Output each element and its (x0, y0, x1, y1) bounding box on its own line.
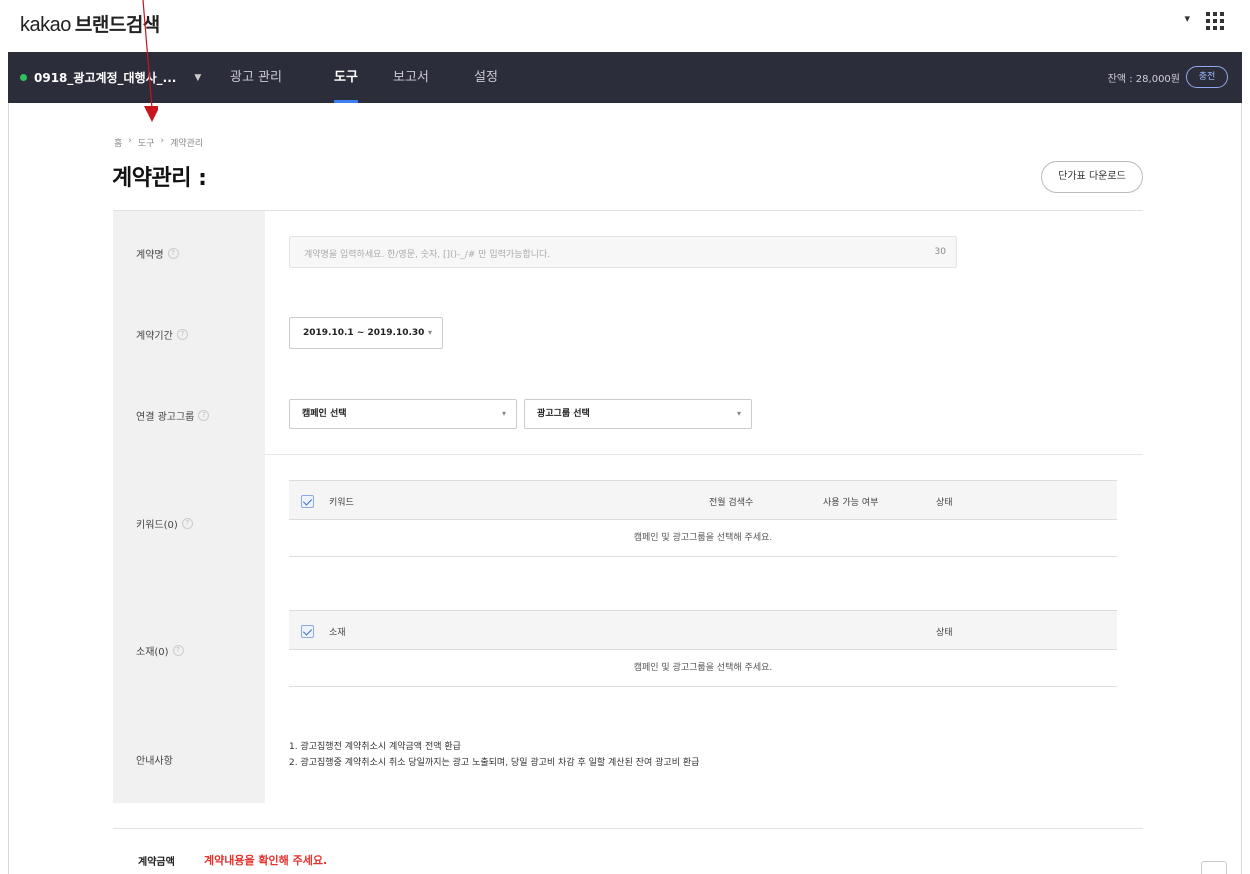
breadcrumb-tools[interactable]: 도구 (138, 136, 155, 149)
annotation-arrow-icon (142, 0, 158, 122)
column-monthly-searches[interactable]: 전월 검색수 (709, 495, 753, 508)
apps-grid-icon[interactable] (1206, 12, 1224, 30)
breadcrumb-current: 계약관리 (170, 139, 204, 149)
nav-item-tools[interactable]: 도구 (334, 52, 358, 103)
chevron-down-icon: ▾ (736, 409, 741, 418)
notice-label: 안내사항 (136, 756, 173, 767)
chevron-down-icon: ▾ (501, 409, 506, 418)
chevron-down-icon: ▼ (194, 72, 202, 83)
column-availability[interactable]: 사용 가능 여부 (823, 495, 878, 508)
form-divider-top (113, 210, 1143, 211)
form-label-column (113, 211, 265, 803)
contract-amount-label: 계약금액 (138, 857, 175, 868)
breadcrumb: 홈 › 도구 › 계약관리 (114, 136, 203, 149)
form-divider-bottom (113, 828, 1143, 829)
form-divider (265, 454, 1143, 455)
column-creative[interactable]: 소재 (329, 625, 346, 638)
contract-name-input[interactable]: 계약명을 입력하세요. 한/영문, 숫자, []()-_/# 만 입력가능합니다… (289, 236, 957, 268)
charge-button[interactable]: 충전 (1186, 66, 1228, 88)
select-all-checkbox[interactable] (301, 625, 314, 638)
empty-message: 캠페인 및 광고그룹을 선택해 주세요. (289, 520, 1117, 557)
status-dot-icon (20, 74, 27, 81)
nav-item-reports[interactable]: 보고서 (393, 52, 429, 103)
contract-period-value: 2019.10.1 ~ 2019.10.30 (303, 328, 425, 338)
brand-logo[interactable]: kakao 브랜드검색 (20, 10, 160, 37)
help-icon[interactable]: ? (198, 410, 210, 421)
notice-line: 1. 광고집행전 계약취소시 계약금액 전액 환급 (289, 742, 461, 752)
balance-text: 잔액 : 28,000원 (1107, 74, 1180, 85)
contract-amount-warning: 계약내용을 확인해 주세요. (204, 854, 328, 867)
scroll-top-button[interactable] (1201, 861, 1227, 874)
column-status[interactable]: 상태 (936, 625, 953, 638)
adgroup-select[interactable]: 광고그룹 선택 ▾ (524, 399, 752, 429)
keywords-label: 키워드(0) ? (136, 516, 193, 531)
chevron-down-icon[interactable]: ▾ (1184, 12, 1190, 25)
contract-name-label: 계약명 ? (136, 246, 179, 261)
help-icon[interactable]: ? (172, 645, 184, 656)
select-all-checkbox[interactable] (301, 495, 314, 508)
chevron-right-icon: › (128, 136, 132, 146)
contract-name-placeholder: 계약명을 입력하세요. 한/영문, 숫자, []()-_/# 만 입력가능합니다… (304, 250, 551, 260)
help-icon[interactable]: ? (181, 518, 193, 529)
column-status[interactable]: 상태 (936, 495, 953, 508)
nav-item-ad-management[interactable]: 광고 관리 (230, 52, 282, 103)
breadcrumb-home[interactable]: 홈 (114, 136, 122, 149)
notice-line: 2. 광고집행중 계약취소시 취소 당일까지는 광고 노출되며, 당일 광고비 … (289, 758, 700, 768)
table-header: 소재 상태 (289, 610, 1117, 650)
notice-text: 1. 광고집행전 계약취소시 계약금액 전액 환급 2. 광고집행중 계약취소시… (289, 739, 699, 771)
contract-period-label: 계약기간 ? (136, 327, 188, 342)
chevron-down-icon: ▾ (427, 328, 432, 337)
chevron-right-icon: › (160, 136, 165, 146)
table-header: 키워드 전월 검색수 사용 가능 여부 상태 (289, 480, 1117, 520)
price-table-download-button[interactable]: 단가표 다운로드 (1041, 161, 1143, 193)
linked-adgroup-label: 연결 광고그룹 ? (136, 408, 210, 423)
help-icon[interactable]: ? (167, 248, 179, 259)
brand-kakao: kakao (20, 14, 71, 36)
empty-message: 캠페인 및 광고그룹을 선택해 주세요. (289, 650, 1117, 687)
creatives-table: 소재 상태 캠페인 및 광고그룹을 선택해 주세요. (289, 610, 1117, 687)
column-keyword[interactable]: 키워드 (329, 495, 354, 508)
account-selector[interactable]: 0918_광고계정_대행사_... ▼ (20, 69, 201, 86)
page-title: 계약관리 : (112, 166, 207, 191)
contract-period-picker[interactable]: 2019.10.1 ~ 2019.10.30 ▾ (289, 317, 443, 349)
campaign-select[interactable]: 캠페인 선택 ▾ (289, 399, 517, 429)
global-nav: 0918_광고계정_대행사_... ▼ 광고 관리 도구 보고서 설정 잔액 :… (8, 52, 1242, 103)
brand-bar: kakao 브랜드검색 ▾ (8, 0, 1242, 52)
help-icon[interactable]: ? (176, 329, 188, 340)
keywords-table: 키워드 전월 검색수 사용 가능 여부 상태 캠페인 및 광고그룹을 선택해 주… (289, 480, 1117, 557)
nav-item-settings[interactable]: 설정 (474, 52, 498, 103)
char-counter: 30 (934, 247, 946, 257)
creatives-label: 소재(0) ? (136, 643, 184, 658)
